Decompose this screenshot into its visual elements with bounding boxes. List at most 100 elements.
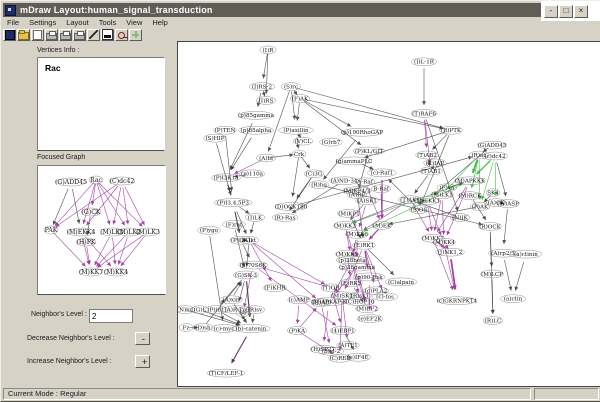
graph-node[interactable]: (c)AMP bbox=[288, 296, 311, 304]
graph-node[interactable]: (A)xin bbox=[220, 296, 243, 304]
graph-node[interactable]: (e)IF4E bbox=[345, 353, 371, 361]
print-button[interactable] bbox=[59, 29, 72, 41]
graph-node[interactable]: (M)KK7 bbox=[79, 268, 103, 276]
neighbors-level-input[interactable] bbox=[89, 309, 133, 323]
graph-node[interactable]: SK4 bbox=[486, 189, 500, 197]
graph-node[interactable]: (F)AK bbox=[290, 95, 310, 103]
graph-node[interactable]: (V)CL bbox=[293, 137, 313, 145]
graph-node[interactable]: (g)ammaPLC bbox=[336, 157, 373, 165]
graph-node[interactable]: (F)KHR bbox=[264, 284, 287, 292]
graph-node[interactable]: (E)RK1 bbox=[353, 241, 376, 249]
main-graph-svg[interactable]: (I)R (I)RS-2 (S)rc (I)RS (F)AK (p)85gamma(P)T… bbox=[178, 42, 600, 386]
graph-node[interactable]: (M)KK3 bbox=[334, 221, 357, 229]
graph-node[interactable]: (R)LC bbox=[483, 317, 503, 325]
graph-node[interactable]: (p)190RhoGAP bbox=[341, 128, 383, 136]
graph-node[interactable]: (I)R bbox=[260, 46, 276, 54]
title-bar[interactable]: mDraw Layout:human_signal_transduction bbox=[3, 3, 541, 17]
focused-graph-panel[interactable]: (G)ADD45Rac(C)dc42(G)CKPAK(M)EKK4(H)PK(M… bbox=[37, 165, 166, 295]
graph-node[interactable]: (C)alpain bbox=[385, 278, 417, 286]
graph-node[interactable]: (G)SK-3 bbox=[233, 271, 259, 279]
graph-node[interactable]: (R)OCK bbox=[479, 222, 502, 230]
graph-node[interactable]: (M)EK bbox=[372, 221, 392, 229]
maximize-button[interactable]: □ bbox=[559, 5, 573, 18]
increase-level-button[interactable]: + bbox=[135, 355, 150, 368]
graph-node[interactable]: (p)85alpha bbox=[239, 126, 274, 134]
graph-node[interactable]: (T)RAF6 bbox=[411, 109, 437, 117]
graph-node[interactable]: (I)RS-2 bbox=[249, 83, 275, 91]
graph-node[interactable]: (A)kt bbox=[239, 236, 259, 244]
export-button[interactable] bbox=[45, 29, 58, 41]
graph-node[interactable]: (p)85gamma bbox=[238, 111, 275, 119]
graph-node[interactable]: (D)OCK180 bbox=[275, 203, 308, 211]
graph-node[interactable]: (P)ygo bbox=[198, 226, 221, 234]
graph-node[interactable]: (p)38beta bbox=[336, 256, 368, 264]
graph-node[interactable]: (S)HIP bbox=[204, 134, 227, 142]
graph-node[interactable]: (a)ctinin bbox=[510, 250, 542, 258]
graph-node[interactable]: (G)ADD45 bbox=[478, 141, 507, 149]
graph-node[interactable]: (T)OR bbox=[321, 284, 341, 292]
graph-node[interactable]: (P)KA bbox=[287, 327, 307, 335]
graph-node[interactable]: (c)-fos bbox=[372, 293, 398, 301]
menu-layout[interactable]: Layout bbox=[62, 18, 93, 27]
graph-node[interactable]: (M)APKKK bbox=[455, 177, 486, 185]
graph-node[interactable]: (P)KL/GIT bbox=[353, 147, 385, 155]
graph-node[interactable]: (M)EF2 bbox=[356, 305, 379, 313]
graph-node[interactable]: (N)IK bbox=[450, 214, 470, 222]
graph-node[interactable]: (e)EF2K bbox=[357, 315, 383, 323]
graph-node[interactable]: (E)RK5 bbox=[340, 279, 363, 287]
graph-node[interactable]: (F)rat bbox=[223, 220, 246, 228]
graph-node[interactable]: (p)38gamma bbox=[339, 263, 376, 271]
graph-node[interactable]: (S)rc bbox=[281, 83, 301, 91]
graph-node[interactable]: (X)IAP bbox=[424, 159, 447, 167]
graph-node[interactable]: (M)EKK4 bbox=[67, 228, 96, 236]
graph-node[interactable]: (N)kd bbox=[178, 306, 195, 314]
graph-node[interactable]: (C)dc42 bbox=[109, 177, 135, 185]
graph-node[interactable]: (H)PK bbox=[76, 238, 96, 246]
graph-node[interactable]: (G)ADD45 bbox=[55, 178, 87, 186]
key-tool-button[interactable] bbox=[115, 29, 128, 41]
graph-node[interactable]: B-Raf bbox=[371, 185, 391, 193]
graph-node[interactable]: Rac bbox=[89, 176, 103, 184]
graph-node[interactable]: (J)NK1,2 bbox=[436, 248, 465, 256]
graph-node[interactable]: (M)KK5 bbox=[336, 250, 359, 258]
graph-node[interactable]: (R)sv bbox=[245, 306, 265, 314]
graph-node[interactable]: (P)I3K1a bbox=[212, 174, 241, 182]
graph-node[interactable]: (M)APKAP-K bbox=[311, 298, 347, 306]
save-file-button[interactable] bbox=[31, 29, 44, 41]
graph-node[interactable]: (M)KP4/3 bbox=[343, 187, 372, 195]
graph-node[interactable]: (M)LCP bbox=[481, 270, 504, 278]
zoom-in-button[interactable] bbox=[129, 29, 142, 41]
minimize-button[interactable]: - bbox=[544, 5, 558, 18]
graph-node[interactable]: (D)sh bbox=[193, 324, 213, 332]
select-tool-button[interactable] bbox=[3, 29, 16, 41]
graph-node[interactable]: (T)AB2 bbox=[416, 151, 439, 159]
graph-node[interactable]: (b)-catenin bbox=[232, 325, 270, 333]
graph-node[interactable]: (p)70S6K bbox=[239, 261, 268, 269]
graph-node[interactable]: A-Raf bbox=[355, 178, 375, 186]
graph-node[interactable]: (G)rb7 bbox=[320, 138, 343, 146]
graph-node[interactable]: (P)TEN bbox=[214, 126, 237, 134]
graph-node[interactable]: (P)I3,4,5P3 bbox=[214, 199, 252, 207]
graph-node[interactable]: (R)-Ras bbox=[272, 214, 298, 222]
graph-node[interactable]: (M)KP1 bbox=[338, 210, 361, 218]
graph-node[interactable]: (C)3G bbox=[304, 170, 324, 178]
graph-node[interactable]: (P)axillin bbox=[279, 126, 314, 134]
graph-node[interactable]: (A)SK1 bbox=[356, 197, 379, 205]
graph-node[interactable]: (I)RS bbox=[256, 97, 276, 105]
vertices-info-listbox[interactable]: Rac bbox=[37, 57, 165, 151]
graph-node[interactable]: (M)RCK bbox=[459, 192, 483, 200]
graph-node[interactable]: (c)-myc bbox=[211, 325, 237, 333]
menu-help[interactable]: Help bbox=[148, 18, 171, 27]
close-button[interactable]: × bbox=[574, 5, 588, 18]
graph-node[interactable]: (A)bl bbox=[256, 154, 276, 162]
graph-node[interactable]: (M)KK6 bbox=[346, 230, 369, 238]
decrease-level-button[interactable]: - bbox=[135, 332, 150, 345]
graph-node[interactable]: (c)dc42 bbox=[482, 152, 508, 160]
graph-node[interactable]: (I)L-1R bbox=[411, 58, 437, 66]
graph-node[interactable]: (M)LK3 bbox=[136, 228, 160, 236]
graph-node[interactable]: (R)PTK bbox=[440, 126, 463, 134]
graph-node[interactable]: (R)ho bbox=[309, 181, 329, 189]
graph-node[interactable]: (C)HOP10 bbox=[346, 298, 375, 306]
graph-node[interactable]: (W)ASP bbox=[497, 200, 520, 208]
graph-node[interactable]: (G)L bbox=[192, 306, 208, 314]
